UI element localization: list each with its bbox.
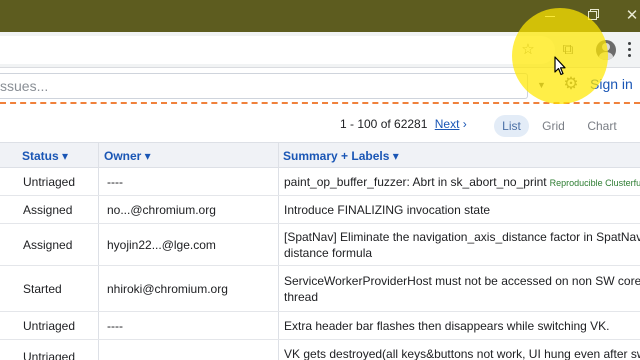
owner-cell: ---- <box>107 319 123 333</box>
next-page-link[interactable]: Next <box>435 117 460 131</box>
summary-line[interactable]: [SpatNav] Eliminate the navigation_axis_… <box>284 230 640 244</box>
owner-cell[interactable]: hyojin22...@lge.com <box>107 238 216 252</box>
browser-menu-icon[interactable] <box>628 40 634 60</box>
owner-cell: ---- <box>107 175 123 189</box>
owner-column-header[interactable]: Owner ▾ <box>104 149 151 163</box>
summary-cell[interactable]: [SpatNav] Eliminate the navigation_axis_… <box>284 229 640 261</box>
owner-cell[interactable]: nhiroki@chromium.org <box>107 282 228 296</box>
summary-cell[interactable]: ServiceWorkerProviderHost must not be ac… <box>284 273 640 305</box>
summary-cell[interactable]: paint_op_buffer_fuzzer: Abrt in sk_abort… <box>284 174 640 191</box>
summary-cell[interactable]: Introduce FINALIZING invocation state <box>284 202 490 218</box>
summary-cell[interactable]: Extra header bar flashes then disappears… <box>284 318 610 334</box>
next-arrow-icon[interactable]: › <box>463 117 467 131</box>
status-cell: Untriaged <box>23 175 76 189</box>
status-cell: Started <box>23 282 62 296</box>
summary-line[interactable]: ServiceWorkerProviderHost must not be ac… <box>284 274 640 288</box>
summary-text[interactable]: paint_op_buffer_fuzzer: Abrt in sk_abort… <box>284 175 547 189</box>
table-row[interactable]: Assigned no...@chromium.org Introduce FI… <box>0 196 640 224</box>
status-cell: Untriaged <box>23 319 76 333</box>
status-cell: Assigned <box>23 203 73 217</box>
grid-view-button[interactable]: Grid <box>536 115 571 137</box>
pagination-row: 1 - 100 of 62281 Next › List Grid Chart <box>0 106 640 142</box>
list-view-button[interactable]: List <box>494 115 529 137</box>
status-cell: Assigned <box>23 238 73 252</box>
result-range: 1 - 100 of 62281 <box>340 117 428 131</box>
table-row[interactable]: Assigned hyojin22...@lge.com [SpatNav] E… <box>0 224 640 266</box>
address-bar[interactable] <box>0 36 555 64</box>
table-row[interactable]: Started nhiroki@chromium.org ServiceWork… <box>0 266 640 312</box>
summary-cell[interactable]: VK gets destroyed(all keys&buttons not w… <box>284 346 640 360</box>
label-tag[interactable]: Reproducible Clusterfuzz <box>550 178 640 188</box>
table-row[interactable]: Untriaged ---- Extra header bar flashes … <box>0 312 640 340</box>
issue-search-input[interactable] <box>0 74 516 98</box>
status-column-header[interactable]: Status ▾ <box>22 149 68 163</box>
mouse-pointer-icon <box>554 56 566 76</box>
issue-table-header: Status ▾ Owner ▾ Summary + Labels ▾ <box>0 142 640 168</box>
pagination: 1 - 100 of 62281 Next › <box>340 117 467 131</box>
table-row[interactable]: Untriaged ---- paint_op_buffer_fuzzer: A… <box>0 168 640 196</box>
table-row[interactable]: Untriaged VK gets destroyed(all keys&but… <box>0 340 640 360</box>
status-cell: Untriaged <box>23 350 76 360</box>
close-icon[interactable]: ✕ <box>620 6 640 26</box>
chart-view-button[interactable]: Chart <box>582 115 622 137</box>
summary-column-header[interactable]: Summary + Labels ▾ <box>283 149 399 163</box>
owner-cell[interactable]: no...@chromium.org <box>107 203 216 217</box>
search-box <box>0 73 528 99</box>
summary-line[interactable]: thread <box>284 290 318 304</box>
summary-line[interactable]: distance formula <box>284 246 372 260</box>
